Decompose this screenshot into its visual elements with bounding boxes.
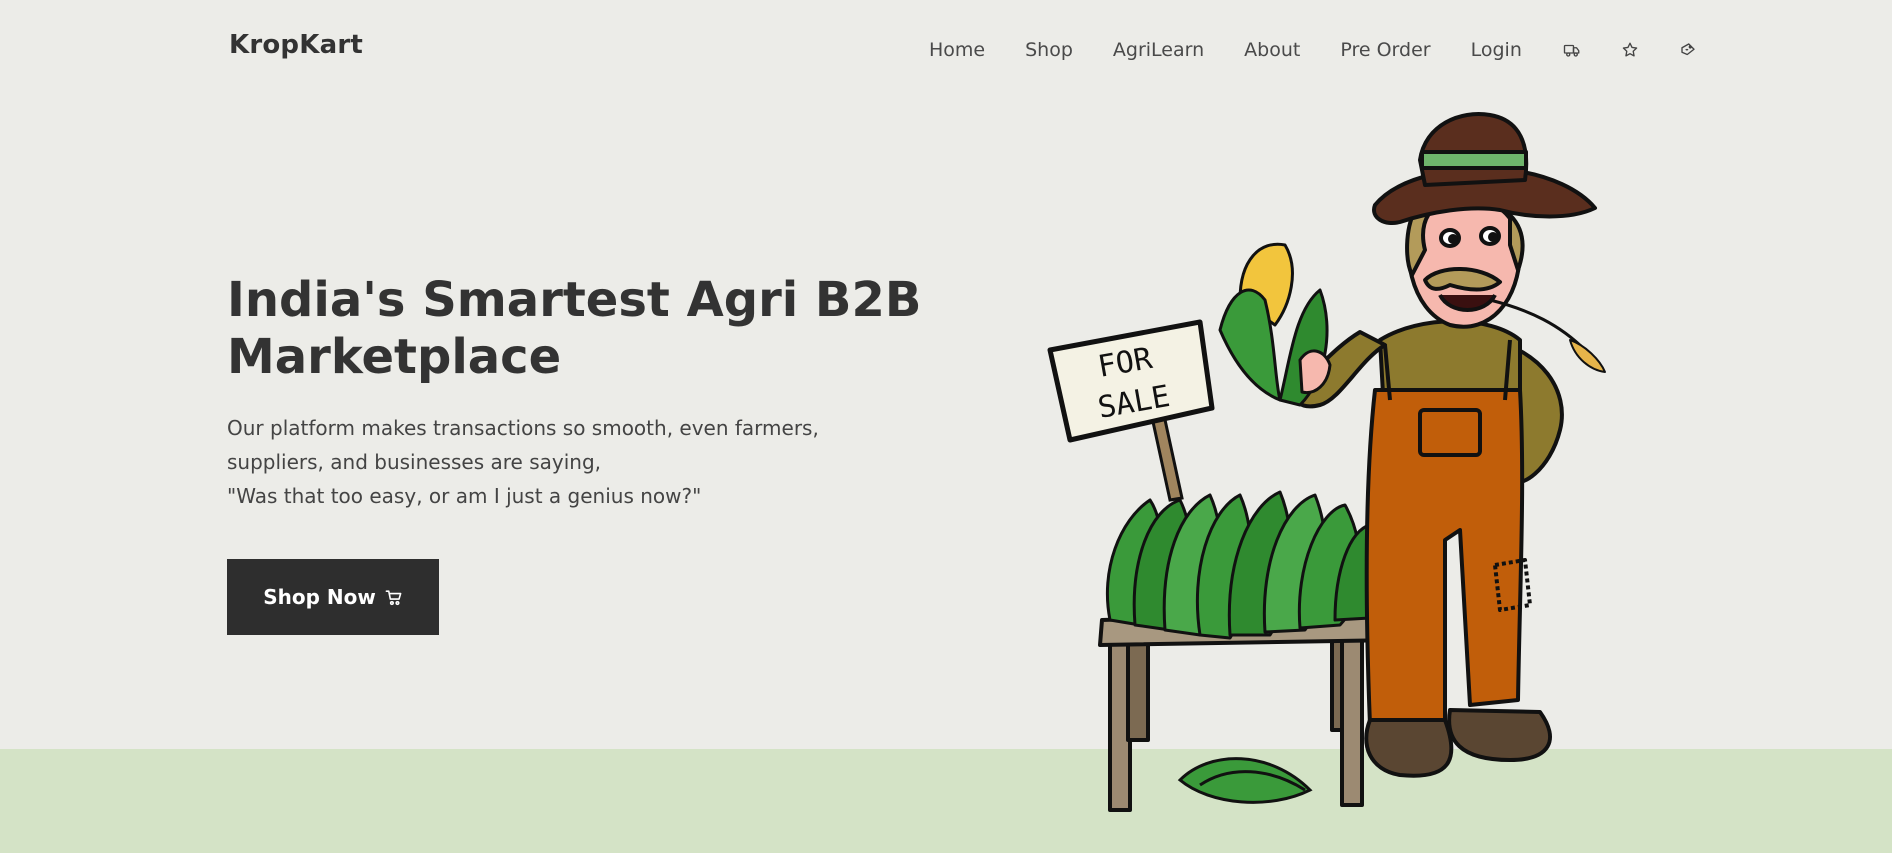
- nav-link-about[interactable]: About: [1244, 39, 1300, 61]
- delivery-truck-icon[interactable]: [1562, 40, 1582, 60]
- hero-title: India's Smartest Agri B2B Marketplace: [227, 272, 922, 385]
- cart-icon: [385, 589, 402, 605]
- hero-description-line: Our platform makes transactions so smoot…: [227, 416, 819, 440]
- star-icon[interactable]: [1620, 40, 1640, 60]
- corn-pile: [1105, 490, 1385, 640]
- shopping-bag-icon[interactable]: [1678, 40, 1698, 60]
- shop-now-button[interactable]: Shop Now: [227, 559, 439, 635]
- hero-description-line: "Was that too easy, or am I just a geniu…: [227, 484, 702, 508]
- brand-logo[interactable]: KropKart: [229, 30, 363, 60]
- nav-link-login[interactable]: Login: [1471, 39, 1522, 61]
- for-sale-sign: FOR SALE: [1047, 319, 1215, 502]
- navbar: KropKart Home Shop AgriLearn About Pre O…: [0, 0, 1892, 100]
- nav-link-agrilearn[interactable]: AgriLearn: [1113, 39, 1204, 61]
- nav-link-pre-order[interactable]: Pre Order: [1340, 39, 1430, 61]
- hero-description-line: suppliers, and businesses are saying,: [227, 450, 601, 474]
- held-corn: [1218, 242, 1332, 407]
- nav-links: Home Shop AgriLearn About Pre Order Logi…: [929, 36, 1698, 64]
- hero-description: Our platform makes transactions so smoot…: [227, 411, 867, 513]
- shop-now-label: Shop Now: [263, 585, 376, 609]
- farmer-illustration: FOR SALE: [1047, 112, 1606, 812]
- nav-link-home[interactable]: Home: [929, 39, 985, 61]
- nav-link-shop[interactable]: Shop: [1025, 39, 1073, 61]
- fallen-corn: [1177, 757, 1313, 804]
